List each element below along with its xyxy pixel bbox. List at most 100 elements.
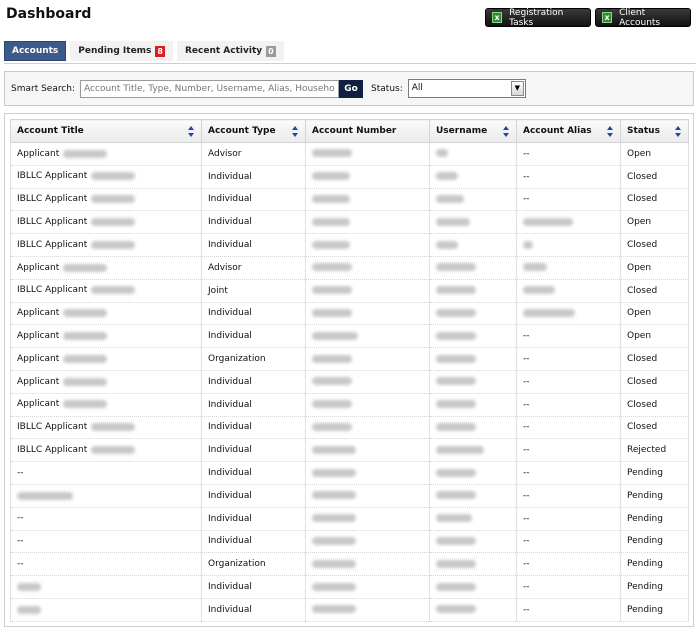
account-title-text: Applicant (17, 331, 60, 342)
column-header-status[interactable]: Status (620, 119, 689, 143)
chevron-down-icon[interactable]: ▼ (510, 81, 524, 96)
table-row[interactable]: Applicant Organization -- Closed (10, 347, 689, 371)
table-row[interactable]: Applicant Advisor Open (10, 256, 689, 280)
account-title-cell[interactable]: Applicant (10, 393, 202, 417)
account-title-text: IBLLC Applicant (17, 285, 88, 296)
sort-icon[interactable] (292, 126, 299, 137)
account-title-cell[interactable]: Applicant (10, 142, 202, 166)
redacted-text (312, 354, 352, 363)
account-title-cell[interactable]: Applicant (10, 347, 202, 371)
account-title-cell[interactable]: -- (10, 461, 202, 485)
table-row[interactable]: IBLLC Applicant Individual Closed (10, 233, 689, 257)
redacted-text (312, 400, 352, 409)
redacted-text (436, 422, 476, 431)
accounts-table: Account Title Account Type Account Numbe… (10, 119, 689, 622)
account-title-cell[interactable]: Applicant (10, 370, 202, 394)
table-row[interactable]: Applicant Individual -- Closed (10, 393, 689, 417)
account-title-cell[interactable]: IBLLC Applicant (10, 165, 202, 189)
table-row[interactable]: Individual -- Pending (10, 598, 689, 622)
table-row[interactable]: Individual -- Pending (10, 575, 689, 599)
table-row[interactable]: -- Individual -- Pending (10, 530, 689, 554)
smart-search-input[interactable] (80, 79, 340, 98)
account-type-cell: Individual (201, 507, 306, 531)
redacted-text (523, 263, 547, 272)
client-accounts-button[interactable]: x Client Accounts (595, 8, 691, 28)
sort-icon[interactable] (503, 126, 510, 137)
account-title-cell[interactable]: -- (10, 507, 202, 531)
table-row[interactable]: -- Individual -- Pending (10, 507, 689, 531)
account-title-text: IBLLC Applicant (17, 217, 88, 228)
column-header-account-title[interactable]: Account Title (10, 119, 202, 143)
redacted-text (312, 149, 352, 158)
sort-icon[interactable] (188, 126, 195, 137)
tab-accounts[interactable]: Accounts (4, 41, 67, 61)
account-title-cell[interactable]: IBLLC Applicant (10, 416, 202, 440)
redacted-text (312, 514, 356, 523)
account-title-cell[interactable]: Applicant (10, 324, 202, 349)
account-title-text: -- (17, 536, 24, 547)
table-row[interactable]: Applicant Individual Open (10, 302, 689, 326)
account-title-cell[interactable]: -- (10, 552, 202, 577)
status-cell: Closed (620, 188, 689, 212)
pending-count-badge: 8 (155, 45, 165, 57)
account-title-cell[interactable]: IBLLC Applicant (10, 233, 202, 257)
account-alias-text: -- (523, 536, 530, 547)
account-title-cell[interactable]: IBLLC Applicant (10, 188, 202, 212)
redacted-text (312, 217, 350, 226)
table-row[interactable]: Applicant Individual -- Closed (10, 370, 689, 394)
spreadsheet-icon: x (492, 12, 503, 23)
table-row[interactable]: Applicant Advisor -- Open (10, 142, 689, 166)
account-title-cell[interactable]: Applicant (10, 256, 202, 280)
username-cell (429, 575, 517, 599)
sort-icon[interactable] (675, 126, 682, 137)
spreadsheet-icon: x (602, 12, 613, 23)
table-row[interactable]: IBLLC Applicant Individual -- Closed (10, 188, 689, 212)
tab-label: Recent Activity (184, 46, 263, 56)
column-header-account-number[interactable]: Account Number (305, 119, 430, 143)
account-title-cell[interactable] (10, 484, 202, 508)
account-title-cell[interactable]: IBLLC Applicant (10, 279, 202, 303)
account-title-cell[interactable]: IBLLC Applicant (10, 438, 202, 463)
tab-recent-activity[interactable]: Recent Activity 0 (176, 41, 284, 61)
table-row[interactable]: IBLLC Applicant Individual -- Closed (10, 416, 689, 440)
account-title-cell[interactable] (10, 575, 202, 599)
table-row[interactable]: IBLLC Applicant Individual -- Closed (10, 165, 689, 189)
account-number-cell (305, 370, 430, 394)
status-select[interactable]: All ▼ (407, 79, 526, 98)
column-header-account-type[interactable]: Account Type (201, 119, 306, 143)
table-row[interactable]: -- Individual -- Pending (10, 461, 689, 485)
table-row[interactable]: IBLLC Applicant Joint Closed (10, 279, 689, 303)
account-alias-cell: -- (516, 438, 621, 463)
account-title-cell[interactable] (10, 598, 202, 622)
account-title-cell[interactable]: Applicant (10, 302, 202, 326)
go-button[interactable]: Go (339, 79, 364, 98)
registration-tasks-button[interactable]: x Registration Tasks (485, 7, 591, 28)
table-row[interactable]: Applicant Individual -- Open (10, 324, 689, 349)
redacted-text (436, 377, 476, 386)
table-row[interactable]: IBLLC Applicant Individual -- Rejected (10, 438, 689, 463)
redacted-text (523, 217, 573, 226)
table-row[interactable]: -- Organization -- Pending (10, 552, 689, 577)
redacted-text (312, 445, 356, 454)
account-type-cell: Individual (201, 210, 306, 235)
status-cell: Closed (620, 370, 689, 394)
tab-divider (4, 63, 696, 64)
sort-icon[interactable] (607, 126, 614, 137)
column-header-username[interactable]: Username (429, 119, 517, 143)
account-title-text: Applicant (17, 148, 60, 159)
tab-pending-items[interactable]: Pending Items 8 (70, 41, 173, 61)
account-alias-text: -- (523, 513, 530, 524)
page-title: Dashboard (6, 6, 92, 22)
redacted-text (436, 354, 476, 363)
account-alias-cell: -- (516, 507, 621, 531)
table-row[interactable]: Individual -- Pending (10, 484, 689, 508)
redacted-text (63, 149, 108, 158)
account-title-cell[interactable]: -- (10, 530, 202, 554)
table-row[interactable]: IBLLC Applicant Individual Open (10, 210, 689, 235)
account-title-text: -- (17, 558, 24, 569)
username-cell (429, 324, 517, 349)
status-cell: Pending (620, 530, 689, 554)
column-header-account-alias[interactable]: Account Alias (516, 119, 621, 143)
account-title-cell[interactable]: IBLLC Applicant (10, 210, 202, 235)
registration-tasks-label: Registration Tasks (509, 7, 564, 28)
